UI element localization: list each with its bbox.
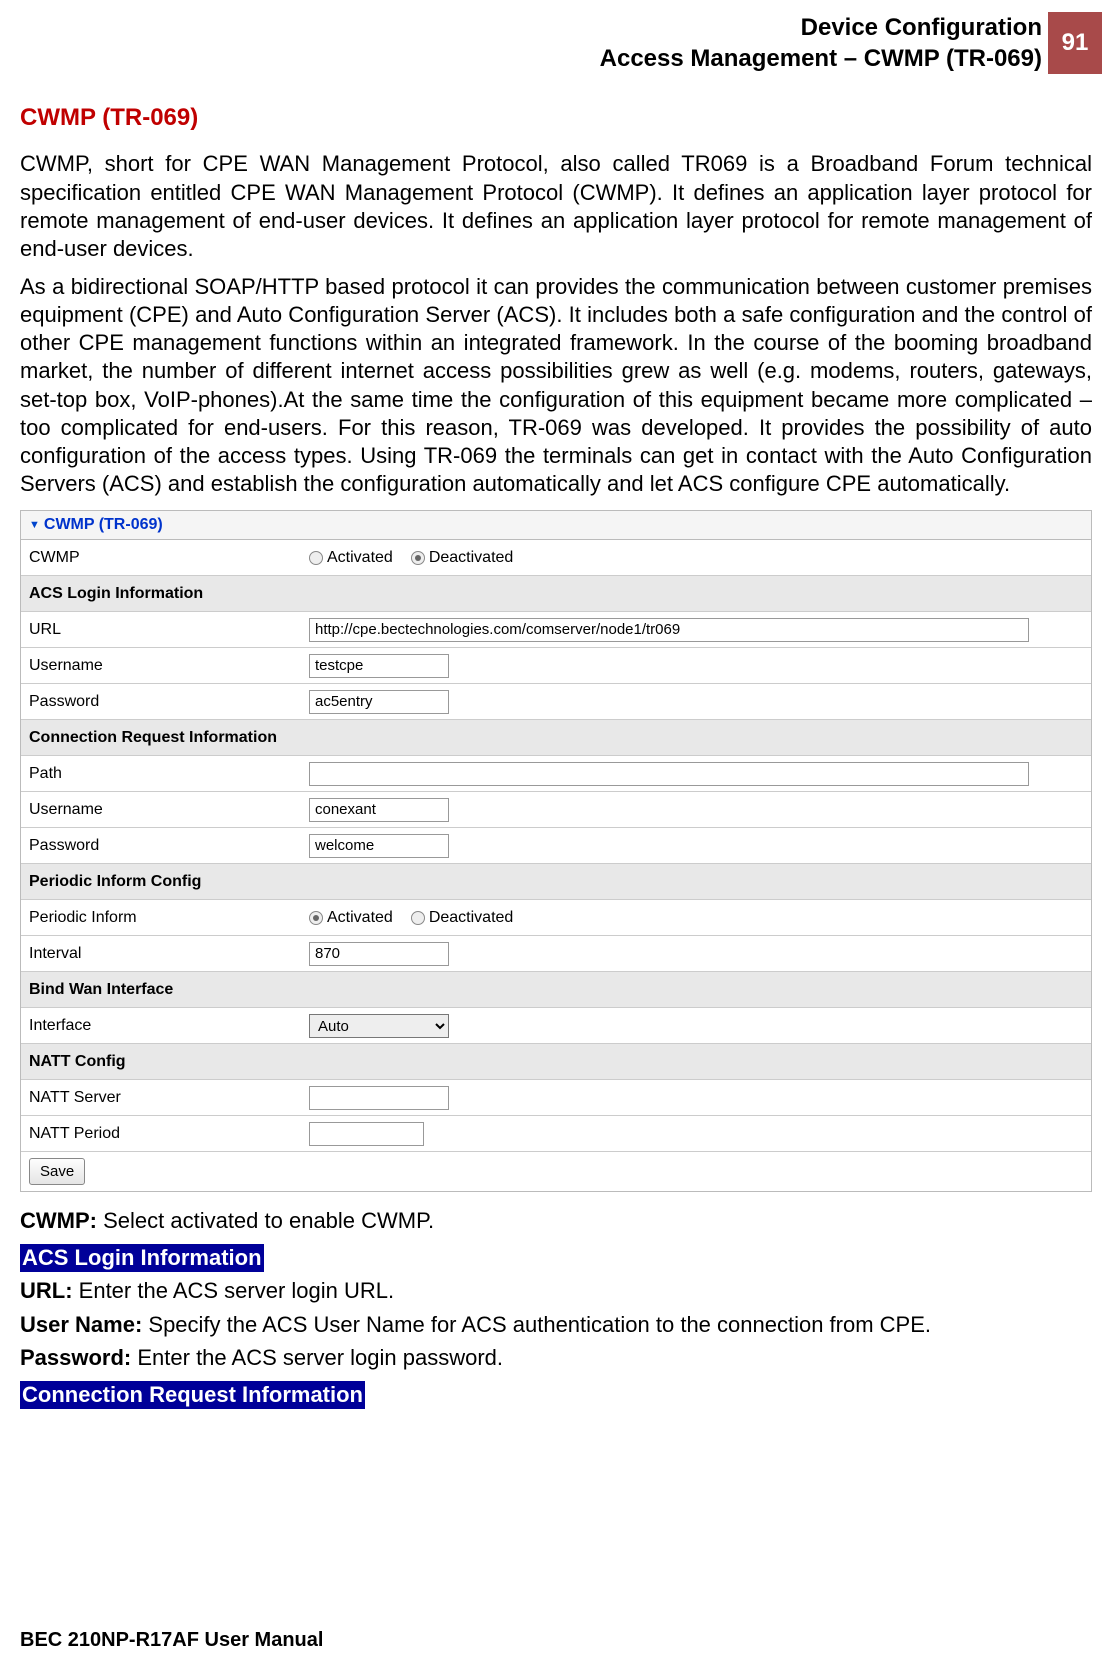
intro-paragraph-2: As a bidirectional SOAP/HTTP based proto… xyxy=(20,273,1092,498)
row-interface: Interface Auto xyxy=(21,1008,1091,1044)
page-number: 91 xyxy=(1048,12,1102,74)
desc-url: URL: Enter the ACS server login URL. xyxy=(20,1276,1092,1306)
radio-periodic-deactivated[interactable] xyxy=(411,911,425,925)
footer: BEC 210NP-R17AF User Manual xyxy=(20,1629,323,1652)
label-conn-user: Username xyxy=(29,801,309,819)
row-natt-period: NATT Period xyxy=(21,1116,1091,1152)
intro-paragraph-1: CWMP, short for CPE WAN Management Proto… xyxy=(20,150,1092,263)
label-natt-server: NATT Server xyxy=(29,1089,309,1107)
page-header: Device Configuration Access Management –… xyxy=(0,0,1112,82)
input-interval[interactable] xyxy=(309,942,449,966)
radio-cwmp-deactivated[interactable] xyxy=(411,551,425,565)
panel-title: CWMP (TR-069) xyxy=(44,516,163,534)
label-deactivated: Deactivated xyxy=(429,549,514,567)
row-save: Save xyxy=(21,1152,1091,1191)
row-acs-user: Username xyxy=(21,648,1091,684)
desc-pass: Password: Enter the ACS server login pas… xyxy=(20,1343,1092,1373)
row-acs-pass: Password xyxy=(21,684,1091,720)
label-natt-period: NATT Period xyxy=(29,1125,309,1143)
label-cwmp: CWMP xyxy=(29,549,309,567)
row-interval: Interval xyxy=(21,936,1091,972)
label-acs-pass: Password xyxy=(29,693,309,711)
input-conn-pass[interactable] xyxy=(309,834,449,858)
header-title-2: Access Management – CWMP (TR-069) xyxy=(600,43,1042,74)
label-activated: Activated xyxy=(327,549,393,567)
row-natt-server: NATT Server xyxy=(21,1080,1091,1116)
input-url[interactable] xyxy=(309,618,1029,642)
radio-cwmp-activated[interactable] xyxy=(309,551,323,565)
label-path: Path xyxy=(29,765,309,783)
row-path: Path xyxy=(21,756,1091,792)
label-url: URL xyxy=(29,621,309,639)
highlight-acs: ACS Login Information xyxy=(20,1244,264,1272)
label-interface: Interface xyxy=(29,1017,309,1035)
input-acs-pass[interactable] xyxy=(309,690,449,714)
subheader-conn: Connection Request Information xyxy=(21,720,1091,756)
section-title: CWMP (TR-069) xyxy=(20,104,1092,132)
highlight-conn: Connection Request Information xyxy=(20,1381,365,1409)
input-acs-user[interactable] xyxy=(309,654,449,678)
subheader-acs: ACS Login Information xyxy=(21,576,1091,612)
label-periodic: Periodic Inform xyxy=(29,909,309,927)
label-interval: Interval xyxy=(29,945,309,963)
row-periodic: Periodic Inform Activated Deactivated xyxy=(21,900,1091,936)
panel-header[interactable]: ▼ CWMP (TR-069) xyxy=(21,511,1091,540)
label-p-deactivated: Deactivated xyxy=(429,909,514,927)
row-conn-pass: Password xyxy=(21,828,1091,864)
row-cwmp: CWMP Activated Deactivated xyxy=(21,540,1091,576)
row-url: URL xyxy=(21,612,1091,648)
label-p-activated: Activated xyxy=(327,909,393,927)
save-button[interactable]: Save xyxy=(29,1158,85,1185)
subheader-periodic: Periodic Inform Config xyxy=(21,864,1091,900)
label-acs-user: Username xyxy=(29,657,309,675)
desc-user: User Name: Specify the ACS User Name for… xyxy=(20,1310,1092,1340)
subheader-bind: Bind Wan Interface xyxy=(21,972,1091,1008)
label-conn-pass: Password xyxy=(29,837,309,855)
cwmp-panel: ▼ CWMP (TR-069) CWMP Activated Deactivat… xyxy=(20,510,1092,1192)
collapse-icon: ▼ xyxy=(29,519,40,531)
input-natt-server[interactable] xyxy=(309,1086,449,1110)
header-title-1: Device Configuration xyxy=(600,12,1042,43)
input-path[interactable] xyxy=(309,762,1029,786)
row-conn-user: Username xyxy=(21,792,1091,828)
subheader-natt: NATT Config xyxy=(21,1044,1091,1080)
desc-cwmp: CWMP: Select activated to enable CWMP. xyxy=(20,1206,1092,1236)
input-conn-user[interactable] xyxy=(309,798,449,822)
input-natt-period[interactable] xyxy=(309,1122,424,1146)
select-interface[interactable]: Auto xyxy=(309,1014,449,1038)
radio-periodic-activated[interactable] xyxy=(309,911,323,925)
